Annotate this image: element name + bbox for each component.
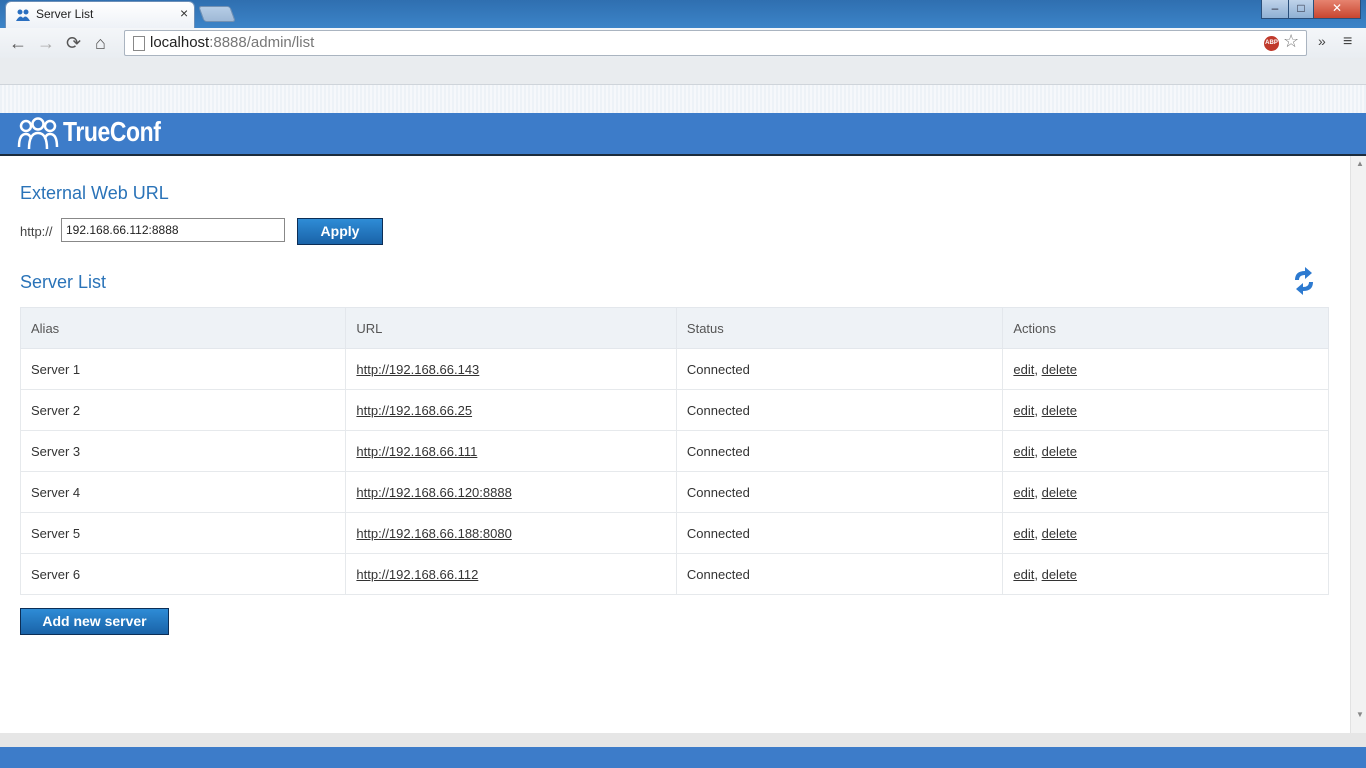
server-url-link[interactable]: http://192.168.66.112 bbox=[356, 567, 478, 582]
edit-link[interactable]: edit bbox=[1013, 362, 1034, 377]
page-scrollbar[interactable]: ▲ ▼ bbox=[1350, 156, 1366, 733]
server-list-title: Server List bbox=[20, 272, 107, 292]
table-row: Server 5 http://192.168.66.188:8080 Conn… bbox=[19, 512, 1329, 554]
server-actions: edit, delete bbox=[1002, 553, 1329, 595]
server-alias: Server 6 bbox=[19, 553, 347, 595]
scroll-down-arrow-icon[interactable]: ▼ bbox=[1356, 710, 1364, 719]
server-url-cell: http://192.168.66.120:8888 bbox=[345, 471, 677, 513]
server-status: Connected bbox=[675, 553, 1004, 595]
footer-gap bbox=[0, 733, 1366, 747]
delete-link[interactable]: delete bbox=[1042, 362, 1077, 377]
delete-link[interactable]: delete bbox=[1042, 567, 1077, 582]
server-status: Connected bbox=[675, 348, 1004, 390]
back-arrow-icon[interactable]: ← bbox=[9, 33, 27, 54]
table-row: Server 1 http://192.168.66.143 Connected… bbox=[19, 348, 1329, 390]
server-actions: edit, delete bbox=[1002, 348, 1329, 390]
browser-title-bar: Server List × – □ ✕ bbox=[0, 0, 1366, 28]
tab-close-icon[interactable]: × bbox=[180, 5, 188, 21]
maximize-button[interactable]: □ bbox=[1288, 0, 1314, 19]
edit-link[interactable]: edit bbox=[1013, 444, 1034, 459]
refresh-icon[interactable] bbox=[1290, 266, 1318, 296]
table-row: Server 3 http://192.168.66.111 Connected… bbox=[19, 430, 1329, 472]
apply-button[interactable]: Apply bbox=[297, 218, 383, 245]
app-footer bbox=[0, 747, 1366, 768]
main-content: External Web URL http:// Apply Server Li… bbox=[0, 156, 1350, 733]
server-alias: Server 5 bbox=[19, 512, 347, 554]
close-window-button[interactable]: ✕ bbox=[1313, 0, 1361, 19]
delete-link[interactable]: delete bbox=[1042, 444, 1077, 459]
server-url-cell: http://192.168.66.111 bbox=[345, 430, 677, 472]
bookmark-star-icon[interactable]: ☆ bbox=[1283, 31, 1299, 52]
server-status: Connected bbox=[675, 512, 1004, 554]
edit-link[interactable]: edit bbox=[1013, 485, 1034, 500]
minimize-button[interactable]: – bbox=[1261, 0, 1289, 19]
bookmark-bar bbox=[0, 58, 1366, 85]
table-row: Server 6 http://192.168.66.112 Connected… bbox=[19, 553, 1329, 595]
delete-link[interactable]: delete bbox=[1042, 485, 1077, 500]
address-bar[interactable]: localhost:8888/admin/list ABP ☆ bbox=[124, 30, 1307, 56]
add-new-server-button[interactable]: Add new server bbox=[20, 608, 169, 635]
server-url-link[interactable]: http://192.168.66.143 bbox=[356, 362, 479, 377]
scroll-up-arrow-icon[interactable]: ▲ bbox=[1356, 159, 1364, 168]
trueconf-logo-icon bbox=[17, 117, 59, 150]
server-url-cell: http://192.168.66.25 bbox=[345, 389, 677, 431]
table-header-row: Alias URL Status Actions bbox=[19, 307, 1329, 349]
table-row: Server 4 http://192.168.66.120:8888 Conn… bbox=[19, 471, 1329, 513]
server-actions: edit, delete bbox=[1002, 430, 1329, 472]
server-status: Connected bbox=[675, 471, 1004, 513]
column-header-url: URL bbox=[345, 307, 677, 349]
table-row: Server 2 http://192.168.66.25 Connected … bbox=[19, 389, 1329, 431]
top-stripe bbox=[0, 85, 1366, 113]
server-alias: Server 2 bbox=[19, 389, 347, 431]
column-header-alias: Alias bbox=[19, 307, 347, 349]
adblock-icon[interactable]: ABP bbox=[1264, 36, 1279, 51]
external-url-input[interactable] bbox=[61, 218, 285, 242]
server-alias: Server 4 bbox=[19, 471, 347, 513]
new-tab-button[interactable] bbox=[198, 6, 236, 22]
server-url-link[interactable]: http://192.168.66.25 bbox=[356, 403, 472, 418]
column-header-actions: Actions bbox=[1002, 307, 1329, 349]
server-url-cell: http://192.168.66.143 bbox=[345, 348, 677, 390]
server-table: Alias URL Status Actions Server 1 http:/… bbox=[19, 307, 1329, 595]
external-url-title: External Web URL bbox=[20, 183, 169, 203]
edit-link[interactable]: edit bbox=[1013, 567, 1034, 582]
browser-tab[interactable]: Server List × bbox=[6, 2, 194, 28]
trueconf-favicon-icon bbox=[16, 9, 30, 21]
server-status: Connected bbox=[675, 430, 1004, 472]
app-header: TrueConf bbox=[0, 113, 1366, 156]
server-url-link[interactable]: http://192.168.66.111 bbox=[356, 444, 477, 459]
server-url-link[interactable]: http://192.168.66.120:8888 bbox=[356, 485, 511, 500]
forward-arrow-icon[interactable]: → bbox=[37, 33, 55, 54]
url-path: :8888/admin/list bbox=[209, 34, 315, 51]
server-actions: edit, delete bbox=[1002, 471, 1329, 513]
extensions-chevron-icon[interactable]: » bbox=[1318, 33, 1326, 49]
home-icon[interactable]: ⌂ bbox=[95, 33, 106, 54]
reload-icon[interactable]: ⟳ bbox=[66, 33, 81, 54]
server-url-cell: http://192.168.66.112 bbox=[345, 553, 677, 595]
browser-menu-icon[interactable]: ≡ bbox=[1343, 33, 1352, 51]
tab-title: Server List bbox=[36, 7, 94, 21]
server-alias: Server 3 bbox=[19, 430, 347, 472]
delete-link[interactable]: delete bbox=[1042, 403, 1077, 418]
server-alias: Server 1 bbox=[19, 348, 347, 390]
server-url-cell: http://192.168.66.188:8080 bbox=[345, 512, 677, 554]
server-actions: edit, delete bbox=[1002, 389, 1329, 431]
edit-link[interactable]: edit bbox=[1013, 403, 1034, 418]
http-prefix-label: http:// bbox=[20, 224, 53, 239]
page-icon bbox=[133, 36, 145, 51]
column-header-status: Status bbox=[675, 307, 1004, 349]
url-text[interactable]: localhost:8888/admin/list bbox=[150, 34, 314, 51]
url-host: localhost bbox=[150, 34, 210, 51]
delete-link[interactable]: delete bbox=[1042, 526, 1077, 541]
logo-text: TrueConf bbox=[63, 116, 161, 147]
server-actions: edit, delete bbox=[1002, 512, 1329, 554]
server-status: Connected bbox=[675, 389, 1004, 431]
edit-link[interactable]: edit bbox=[1013, 526, 1034, 541]
server-url-link[interactable]: http://192.168.66.188:8080 bbox=[356, 526, 511, 541]
